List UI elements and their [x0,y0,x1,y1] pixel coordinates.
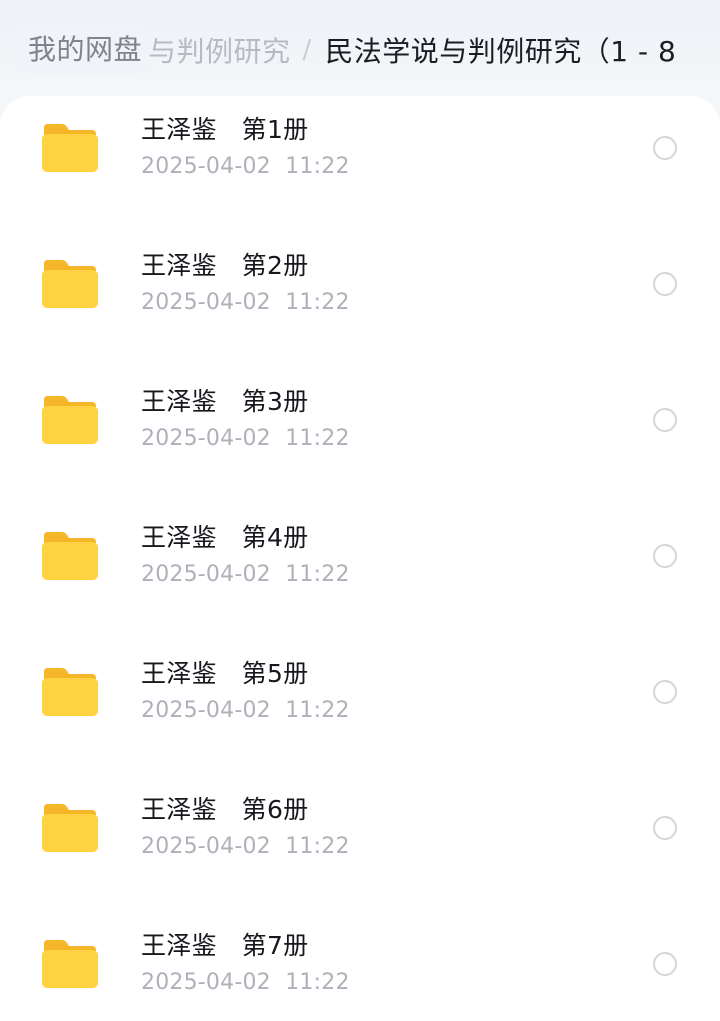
breadcrumb-home[interactable]: 我的网盘 [18,22,153,74]
breadcrumb: 与判例研究 / 民法学说与判例研究（1 - 8 我的网盘 [0,0,720,96]
select-radio[interactable] [653,816,677,840]
file-row[interactable]: 王泽鉴 第2册 2025-04-02 11:22 [0,232,720,352]
file-name: 王泽鉴 第7册 [141,931,309,960]
file-date: 2025-04-02 11:22 [141,290,350,315]
select-radio[interactable] [653,272,677,296]
file-list-card: 王泽鉴 第1册 2025-04-02 11:22 王泽鉴 第2册 2025-04… [0,96,720,1021]
file-date: 2025-04-02 11:22 [141,698,350,723]
file-name: 王泽鉴 第2册 [141,251,309,280]
file-name: 王泽鉴 第4册 [141,523,309,552]
file-browser-screen: 与判例研究 / 民法学说与判例研究（1 - 8 我的网盘 王泽鉴 第1册 202… [0,0,720,1021]
file-name: 王泽鉴 第1册 [141,115,309,144]
file-row[interactable]: 王泽鉴 第3册 2025-04-02 11:22 [0,368,720,488]
folder-icon [40,120,100,174]
folder-icon [40,936,100,990]
file-date: 2025-04-02 11:22 [141,562,350,587]
file-row[interactable]: 王泽鉴 第5册 2025-04-02 11:22 [0,640,720,760]
file-row[interactable]: 王泽鉴 第4册 2025-04-02 11:22 [0,504,720,624]
select-radio[interactable] [653,408,677,432]
file-name: 王泽鉴 第3册 [141,387,309,416]
breadcrumb-current-folder: 民法学说与判例研究（1 - 8 [325,35,677,68]
file-row[interactable]: 王泽鉴 第6册 2025-04-02 11:22 [0,776,720,896]
file-date: 2025-04-02 11:22 [141,426,350,451]
folder-icon [40,392,100,446]
file-row[interactable]: 王泽鉴 第1册 2025-04-02 11:22 [0,96,720,216]
select-radio[interactable] [653,952,677,976]
file-date: 2025-04-02 11:22 [141,834,350,859]
folder-icon [40,664,100,718]
file-date: 2025-04-02 11:22 [141,970,350,995]
breadcrumb-separator: / [302,35,312,65]
file-row[interactable]: 王泽鉴 第7册 2025-04-02 11:22 [0,912,720,1021]
select-radio[interactable] [653,544,677,568]
folder-icon [40,800,100,854]
file-date: 2025-04-02 11:22 [141,154,350,179]
file-name: 王泽鉴 第6册 [141,795,309,824]
folder-icon [40,256,100,310]
file-name: 王泽鉴 第5册 [141,659,309,688]
select-radio[interactable] [653,136,677,160]
select-radio[interactable] [653,680,677,704]
folder-icon [40,528,100,582]
